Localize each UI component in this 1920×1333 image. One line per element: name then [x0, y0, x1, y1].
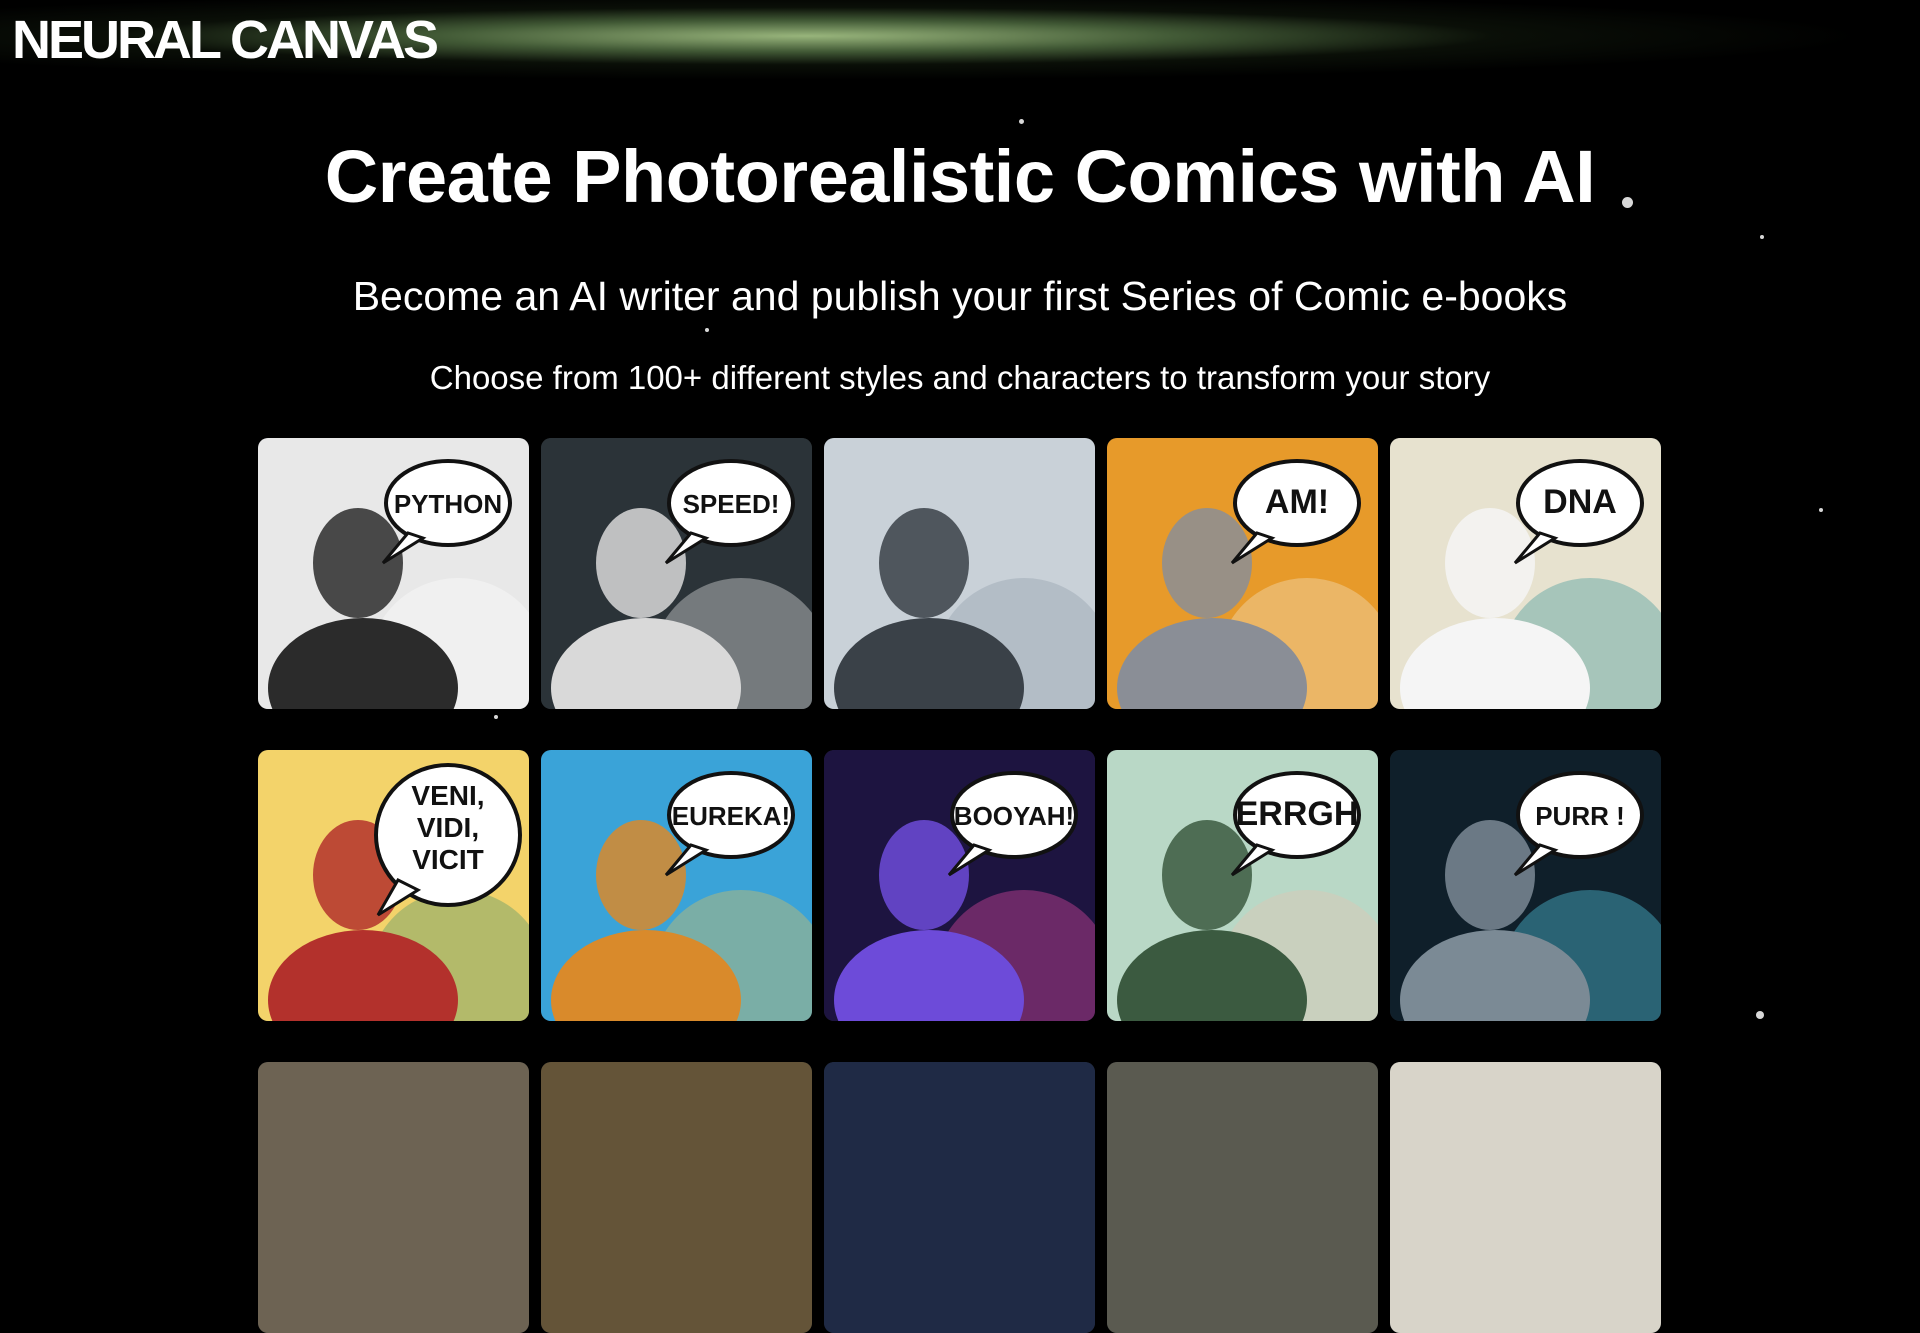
speech-bubble-text: VIDI,: [417, 812, 479, 843]
tile-12-illustration: [541, 1062, 812, 1333]
einstein-portrait-illustration: SPEED!: [541, 438, 812, 709]
archimedes-illustration: EUREKA!: [541, 750, 812, 1021]
tile-11-illustration: [258, 1062, 529, 1333]
speech-bubble-text: ERRGH: [1236, 795, 1359, 833]
style-tile-archimedes[interactable]: EUREKA!: [541, 750, 812, 1021]
star-dot: [1819, 508, 1823, 512]
style-tile-tile-12[interactable]: [541, 1062, 812, 1333]
style-tile-tile-14[interactable]: [1107, 1062, 1378, 1333]
speech-bubble-text: DNA: [1543, 483, 1617, 521]
speech-bubble-text: AM!: [1265, 483, 1329, 521]
star-dot: [705, 328, 709, 332]
style-tile-tile-11[interactable]: [258, 1062, 529, 1333]
knight-woman-illustration: AM!: [1107, 438, 1378, 709]
speech-bubble-text: BOOYAH!: [954, 801, 1074, 831]
scientist-dna-illustration: DNA: [1390, 438, 1661, 709]
star-dot: [1760, 235, 1764, 239]
tile-15-illustration: [1390, 1062, 1661, 1333]
victorian-woman-illustration: PYTHON: [258, 438, 529, 709]
style-tile-caesar[interactable]: VENI, VIDI, VICIT: [258, 750, 529, 1021]
robot-cat-illustration: PURR !: [1390, 750, 1661, 1021]
caesar-illustration: VENI,VIDI,VICIT: [258, 750, 529, 1021]
style-tile-tile-13[interactable]: [824, 1062, 1095, 1333]
speech-bubble-text: EUREKA!: [672, 801, 790, 831]
style-tile-einstein-racing[interactable]: [824, 438, 1095, 709]
hero-title: Create Photorealistic Comics with AI: [324, 135, 1596, 218]
einstein-racing-illustration: [824, 438, 1095, 709]
style-tile-einstein-portrait[interactable]: SPEED!: [541, 438, 812, 709]
star-dot: [1019, 119, 1024, 124]
hero-tagline: Choose from 100+ different styles and ch…: [429, 359, 1491, 396]
speech-bubble-text: PURR !: [1535, 801, 1625, 831]
brand-logo[interactable]: NEURAL CANVAS: [12, 8, 439, 72]
star-dot: [1756, 1011, 1764, 1019]
hero-subtitle: Become an AI writer and publish your fir…: [352, 273, 1568, 319]
neon-zeus-illustration: BOOYAH!: [824, 750, 1095, 1021]
style-tile-knight-woman[interactable]: AM!: [1107, 438, 1378, 709]
style-tile-scientist-dna[interactable]: DNA: [1390, 438, 1661, 709]
style-tile-medusa[interactable]: ERRGH: [1107, 750, 1378, 1021]
speech-bubble-text: SPEED!: [683, 489, 780, 519]
speech-bubble-text: VICIT: [412, 844, 484, 875]
tile-14-illustration: [1107, 1062, 1378, 1333]
speech-bubble-text: VENI,: [411, 780, 484, 811]
tile-13-illustration: [824, 1062, 1095, 1333]
style-tile-robot-cat[interactable]: PURR !: [1390, 750, 1661, 1021]
medusa-illustration: ERRGH: [1107, 750, 1378, 1021]
style-tile-tile-15[interactable]: [1390, 1062, 1661, 1333]
speech-bubble-text: PYTHON: [394, 489, 502, 519]
style-tile-neon-zeus[interactable]: BOOYAH!: [824, 750, 1095, 1021]
style-tile-victorian-woman[interactable]: PYTHON: [258, 438, 529, 709]
style-gallery: PYTHON SPEED! AM! DNA VENI, VIDI, VICIT EUREKA!…: [258, 438, 1663, 1333]
